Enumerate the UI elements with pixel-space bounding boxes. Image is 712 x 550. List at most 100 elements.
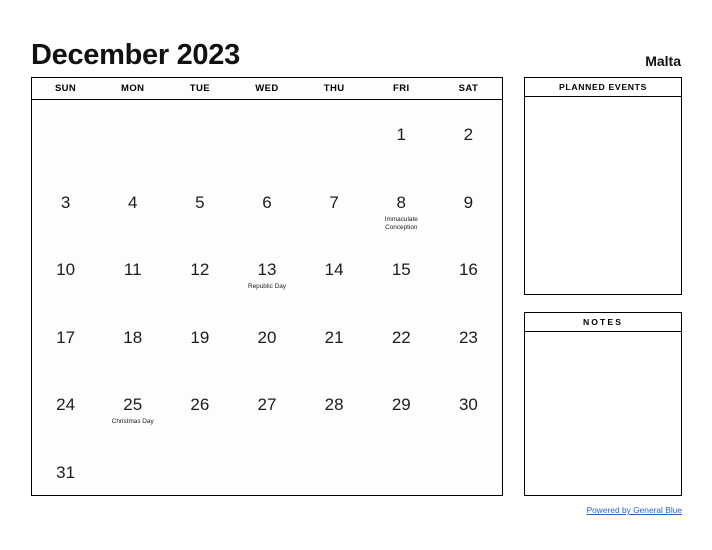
day-cell-empty [166, 100, 233, 168]
day-cell-8[interactable]: 8 Immaculate Conception [368, 168, 435, 236]
week-row: 24 25 Christmas Day 26 27 28 29 30 [32, 370, 502, 438]
planned-events-panel: PLANNED EVENTS [524, 77, 682, 295]
day-number: 31 [56, 462, 76, 482]
week-row: 31 [32, 438, 502, 495]
day-cell-15[interactable]: 15 [368, 235, 435, 303]
day-number: 25 [123, 395, 143, 415]
day-number: 14 [324, 260, 344, 280]
day-number: 8 [396, 192, 406, 212]
notes-body[interactable] [525, 332, 681, 495]
day-cell-empty [233, 438, 300, 495]
day-number: 10 [56, 260, 76, 280]
notes-panel: NOTES [524, 312, 682, 496]
day-number: 22 [391, 327, 411, 347]
day-number: 23 [458, 327, 478, 347]
day-cell-6[interactable]: 6 [233, 168, 300, 236]
day-cell-empty [99, 100, 166, 168]
day-cell-28[interactable]: 28 [301, 370, 368, 438]
day-cell-empty [368, 438, 435, 495]
day-cell-empty [435, 438, 502, 495]
day-number: 9 [463, 192, 474, 212]
day-cell-29[interactable]: 29 [368, 370, 435, 438]
day-number: 17 [56, 327, 76, 347]
day-cell-5[interactable]: 5 [166, 168, 233, 236]
day-number: 24 [56, 395, 76, 415]
day-cell-empty [99, 438, 166, 495]
planned-events-title: PLANNED EVENTS [525, 78, 681, 97]
day-cell-18[interactable]: 18 [99, 303, 166, 371]
day-number: 19 [190, 327, 210, 347]
day-cell-10[interactable]: 10 [32, 235, 99, 303]
week-row: 10 11 12 13 Republic Day 14 15 16 [32, 235, 502, 303]
day-number: 7 [329, 192, 339, 212]
weekday-header-tue: TUE [189, 83, 210, 94]
day-number: 5 [195, 192, 205, 212]
page-title: December 2023 [31, 39, 240, 71]
day-cell-21[interactable]: 21 [301, 303, 368, 371]
day-cell-7[interactable]: 7 [301, 168, 368, 236]
day-number: 28 [324, 395, 344, 415]
day-cell-11[interactable]: 11 [99, 235, 166, 303]
day-cell-3[interactable]: 3 [32, 168, 99, 236]
day-cell-empty [166, 438, 233, 495]
day-cell-19[interactable]: 19 [166, 303, 233, 371]
day-cell-16[interactable]: 16 [435, 235, 502, 303]
day-cell-25[interactable]: 25 Christmas Day [99, 370, 166, 438]
day-cell-empty [301, 438, 368, 495]
week-row: 12 [32, 100, 502, 168]
day-number: 6 [262, 192, 272, 212]
weekday-header-mon: MON [121, 83, 145, 94]
weekday-header-wed: WED [255, 83, 279, 94]
day-number: 4 [127, 192, 138, 212]
day-cell-empty [32, 100, 99, 168]
day-number: 21 [324, 327, 344, 347]
day-cell-empty [233, 100, 300, 168]
day-cell-empty [301, 100, 368, 168]
day-cell-31[interactable]: 31 [32, 438, 99, 495]
weekday-header-fri: FRI [393, 83, 410, 94]
day-cell-20[interactable]: 20 [233, 303, 300, 371]
calendar-weeks: 1 2 3 4 5 6 7 8 Immaculate Conception 9 10 11 12 13 Re… [32, 100, 502, 495]
day-cell-2[interactable]: 2 [435, 100, 502, 168]
calendar-header: December 2023 Malta [31, 28, 681, 70]
planned-events-body[interactable] [525, 97, 681, 294]
day-number: 11 [123, 260, 142, 280]
day-number: 2 [463, 125, 474, 144]
day-cell-4[interactable]: 4 [99, 168, 166, 236]
day-cell-26[interactable]: 26 [166, 370, 233, 438]
weekday-header-sat: SAT [458, 83, 479, 94]
day-cell-13[interactable]: 13 Republic Day [233, 235, 300, 303]
day-cell-1[interactable]: 1 [368, 100, 435, 168]
day-number: 13 [257, 260, 277, 280]
day-cell-14[interactable]: 14 [301, 235, 368, 303]
day-event-label: Christmas Day [111, 418, 154, 426]
day-number: 30 [458, 395, 478, 415]
day-number: 12 [190, 260, 210, 280]
region-label: Malta [645, 53, 681, 69]
day-cell-22[interactable]: 22 [368, 303, 435, 371]
day-number: 29 [391, 395, 411, 415]
day-event-label: Republic Day [247, 283, 286, 291]
day-number: 20 [257, 327, 277, 347]
day-event-label: Immaculate Conception [384, 215, 418, 232]
day-cell-12[interactable]: 12 [166, 235, 233, 303]
day-number: 26 [190, 395, 210, 415]
weekday-header-sun: SUN [54, 83, 77, 94]
day-number: 1 [396, 125, 406, 144]
week-row: 17 18 19 20 21 22 23 [32, 303, 502, 371]
weekday-header-thu: THU [323, 83, 345, 94]
week-row: 3 4 5 6 7 8 Immaculate Conception 9 [32, 168, 502, 236]
day-cell-27[interactable]: 27 [233, 370, 300, 438]
day-number: 27 [257, 395, 277, 415]
day-cell-24[interactable]: 24 [32, 370, 99, 438]
powered-by-link[interactable]: Powered by General Blue [524, 505, 682, 515]
day-number: 3 [60, 192, 71, 212]
day-cell-23[interactable]: 23 [435, 303, 502, 371]
calendar-grid: SUN MON TUE WED THU FRI SAT 1 2 3 4 5 6 7 8 Immaculate… [31, 77, 503, 496]
weekday-header-row: SUN MON TUE WED THU FRI SAT [32, 78, 502, 100]
day-cell-9[interactable]: 9 [435, 168, 502, 236]
day-number: 18 [123, 327, 143, 347]
day-cell-30[interactable]: 30 [435, 370, 502, 438]
day-cell-17[interactable]: 17 [32, 303, 99, 371]
day-number: 15 [391, 260, 411, 280]
